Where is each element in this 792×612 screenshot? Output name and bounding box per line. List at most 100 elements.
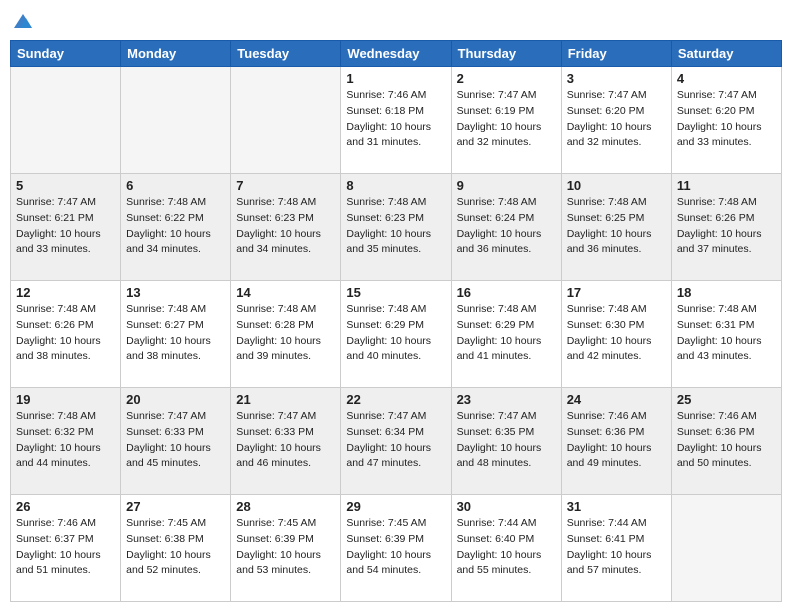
day-number: 3 <box>567 71 666 86</box>
day-info: Sunrise: 7:45 AMSunset: 6:39 PMDaylight:… <box>346 516 445 579</box>
calendar-week-row: 26 Sunrise: 7:46 AMSunset: 6:37 PMDayligh… <box>11 495 782 602</box>
calendar-cell: 25 Sunrise: 7:46 AMSunset: 6:36 PMDayligh… <box>671 388 781 495</box>
day-info: Sunrise: 7:46 AMSunset: 6:37 PMDaylight:… <box>16 516 115 579</box>
day-number: 13 <box>126 285 225 300</box>
day-number: 28 <box>236 499 335 514</box>
calendar-table: SundayMondayTuesdayWednesdayThursdayFrid… <box>10 40 782 602</box>
day-number: 17 <box>567 285 666 300</box>
day-number: 18 <box>677 285 776 300</box>
day-info: Sunrise: 7:47 AMSunset: 6:35 PMDaylight:… <box>457 409 556 472</box>
day-number: 30 <box>457 499 556 514</box>
calendar-cell: 9Sunrise: 7:48 AMSunset: 6:24 PMDaylight… <box>451 174 561 281</box>
day-number: 27 <box>126 499 225 514</box>
calendar-cell <box>671 495 781 602</box>
calendar-cell: 30 Sunrise: 7:44 AMSunset: 6:40 PMDayligh… <box>451 495 561 602</box>
calendar-week-row: 1Sunrise: 7:46 AMSunset: 6:18 PMDaylight… <box>11 67 782 174</box>
day-info: Sunrise: 7:44 AMSunset: 6:41 PMDaylight:… <box>567 516 666 579</box>
day-info: Sunrise: 7:47 AMSunset: 6:33 PMDaylight:… <box>236 409 335 472</box>
calendar-header-row: SundayMondayTuesdayWednesdayThursdayFrid… <box>11 41 782 67</box>
day-info: Sunrise: 7:45 AMSunset: 6:38 PMDaylight:… <box>126 516 225 579</box>
calendar-cell: 31 Sunrise: 7:44 AMSunset: 6:41 PMDayligh… <box>561 495 671 602</box>
day-info: Sunrise: 7:48 AMSunset: 6:26 PMDaylight:… <box>677 195 776 258</box>
calendar-cell: 14 Sunrise: 7:48 AMSunset: 6:28 PMDayligh… <box>231 281 341 388</box>
day-number: 25 <box>677 392 776 407</box>
day-info: Sunrise: 7:45 AMSunset: 6:39 PMDaylight:… <box>236 516 335 579</box>
day-number: 20 <box>126 392 225 407</box>
calendar-cell <box>231 67 341 174</box>
day-info: Sunrise: 7:44 AMSunset: 6:40 PMDaylight:… <box>457 516 556 579</box>
day-number: 31 <box>567 499 666 514</box>
logo <box>10 10 34 32</box>
day-info: Sunrise: 7:48 AMSunset: 6:24 PMDaylight:… <box>457 195 556 258</box>
calendar-cell: 13 Sunrise: 7:48 AMSunset: 6:27 PMDayligh… <box>121 281 231 388</box>
calendar-cell: 8 Sunrise: 7:48 AMSunset: 6:23 PMDaylight… <box>341 174 451 281</box>
calendar-cell: 26 Sunrise: 7:46 AMSunset: 6:37 PMDayligh… <box>11 495 121 602</box>
calendar-cell: 19Sunrise: 7:48 AMSunset: 6:32 PMDayligh… <box>11 388 121 495</box>
calendar-cell <box>121 67 231 174</box>
day-info: Sunrise: 7:47 AMSunset: 6:34 PMDaylight:… <box>346 409 445 472</box>
day-number: 4 <box>677 71 776 86</box>
day-info: Sunrise: 7:48 AMSunset: 6:27 PMDaylight:… <box>126 302 225 365</box>
col-header-sunday: Sunday <box>11 41 121 67</box>
calendar-cell: 28 Sunrise: 7:45 AMSunset: 6:39 PMDayligh… <box>231 495 341 602</box>
day-number: 8 <box>346 178 445 193</box>
day-number: 23 <box>457 392 556 407</box>
calendar-cell: 5Sunrise: 7:47 AMSunset: 6:21 PMDaylight… <box>11 174 121 281</box>
day-number: 21 <box>236 392 335 407</box>
calendar-cell: 21 Sunrise: 7:47 AMSunset: 6:33 PMDayligh… <box>231 388 341 495</box>
day-number: 19 <box>16 392 115 407</box>
day-number: 16 <box>457 285 556 300</box>
day-number: 5 <box>16 178 115 193</box>
col-header-tuesday: Tuesday <box>231 41 341 67</box>
calendar-cell: 12 Sunrise: 7:48 AMSunset: 6:26 PMDayligh… <box>11 281 121 388</box>
day-info: Sunrise: 7:46 AMSunset: 6:18 PMDaylight:… <box>346 88 445 151</box>
day-info: Sunrise: 7:48 AMSunset: 6:29 PMDaylight:… <box>346 302 445 365</box>
calendar-week-row: 5Sunrise: 7:47 AMSunset: 6:21 PMDaylight… <box>11 174 782 281</box>
calendar-cell: 4 Sunrise: 7:47 AMSunset: 6:20 PMDaylight… <box>671 67 781 174</box>
day-info: Sunrise: 7:48 AMSunset: 6:26 PMDaylight:… <box>16 302 115 365</box>
calendar-cell <box>11 67 121 174</box>
calendar-cell: 1Sunrise: 7:46 AMSunset: 6:18 PMDaylight… <box>341 67 451 174</box>
day-info: Sunrise: 7:48 AMSunset: 6:29 PMDaylight:… <box>457 302 556 365</box>
day-number: 2 <box>457 71 556 86</box>
calendar-cell: 2Sunrise: 7:47 AMSunset: 6:19 PMDaylight… <box>451 67 561 174</box>
day-info: Sunrise: 7:46 AMSunset: 6:36 PMDaylight:… <box>567 409 666 472</box>
calendar-cell: 20 Sunrise: 7:47 AMSunset: 6:33 PMDayligh… <box>121 388 231 495</box>
calendar-cell: 17 Sunrise: 7:48 AMSunset: 6:30 PMDayligh… <box>561 281 671 388</box>
day-number: 26 <box>16 499 115 514</box>
calendar-cell: 23 Sunrise: 7:47 AMSunset: 6:35 PMDayligh… <box>451 388 561 495</box>
calendar-cell: 10 Sunrise: 7:48 AMSunset: 6:25 PMDayligh… <box>561 174 671 281</box>
day-number: 22 <box>346 392 445 407</box>
col-header-wednesday: Wednesday <box>341 41 451 67</box>
day-info: Sunrise: 7:48 AMSunset: 6:30 PMDaylight:… <box>567 302 666 365</box>
day-info: Sunrise: 7:48 AMSunset: 6:23 PMDaylight:… <box>346 195 445 258</box>
day-info: Sunrise: 7:47 AMSunset: 6:20 PMDaylight:… <box>677 88 776 151</box>
day-number: 12 <box>16 285 115 300</box>
day-info: Sunrise: 7:46 AMSunset: 6:36 PMDaylight:… <box>677 409 776 472</box>
day-number: 7 <box>236 178 335 193</box>
day-number: 14 <box>236 285 335 300</box>
calendar-cell: 16 Sunrise: 7:48 AMSunset: 6:29 PMDayligh… <box>451 281 561 388</box>
day-info: Sunrise: 7:48 AMSunset: 6:23 PMDaylight:… <box>236 195 335 258</box>
calendar-week-row: 19Sunrise: 7:48 AMSunset: 6:32 PMDayligh… <box>11 388 782 495</box>
calendar-cell: 7 Sunrise: 7:48 AMSunset: 6:23 PMDaylight… <box>231 174 341 281</box>
col-header-friday: Friday <box>561 41 671 67</box>
day-info: Sunrise: 7:48 AMSunset: 6:28 PMDaylight:… <box>236 302 335 365</box>
day-number: 24 <box>567 392 666 407</box>
calendar-cell: 15 Sunrise: 7:48 AMSunset: 6:29 PMDayligh… <box>341 281 451 388</box>
calendar-week-row: 12 Sunrise: 7:48 AMSunset: 6:26 PMDayligh… <box>11 281 782 388</box>
header <box>10 10 782 32</box>
day-info: Sunrise: 7:48 AMSunset: 6:22 PMDaylight:… <box>126 195 225 258</box>
day-info: Sunrise: 7:47 AMSunset: 6:33 PMDaylight:… <box>126 409 225 472</box>
day-info: Sunrise: 7:48 AMSunset: 6:25 PMDaylight:… <box>567 195 666 258</box>
calendar-cell: 3Sunrise: 7:47 AMSunset: 6:20 PMDaylight… <box>561 67 671 174</box>
col-header-saturday: Saturday <box>671 41 781 67</box>
calendar-cell: 24 Sunrise: 7:46 AMSunset: 6:36 PMDayligh… <box>561 388 671 495</box>
day-number: 10 <box>567 178 666 193</box>
calendar-cell: 18Sunrise: 7:48 AMSunset: 6:31 PMDayligh… <box>671 281 781 388</box>
calendar-cell: 29Sunrise: 7:45 AMSunset: 6:39 PMDayligh… <box>341 495 451 602</box>
day-number: 15 <box>346 285 445 300</box>
calendar-cell: 6Sunrise: 7:48 AMSunset: 6:22 PMDaylight… <box>121 174 231 281</box>
col-header-monday: Monday <box>121 41 231 67</box>
logo-icon <box>12 10 34 32</box>
